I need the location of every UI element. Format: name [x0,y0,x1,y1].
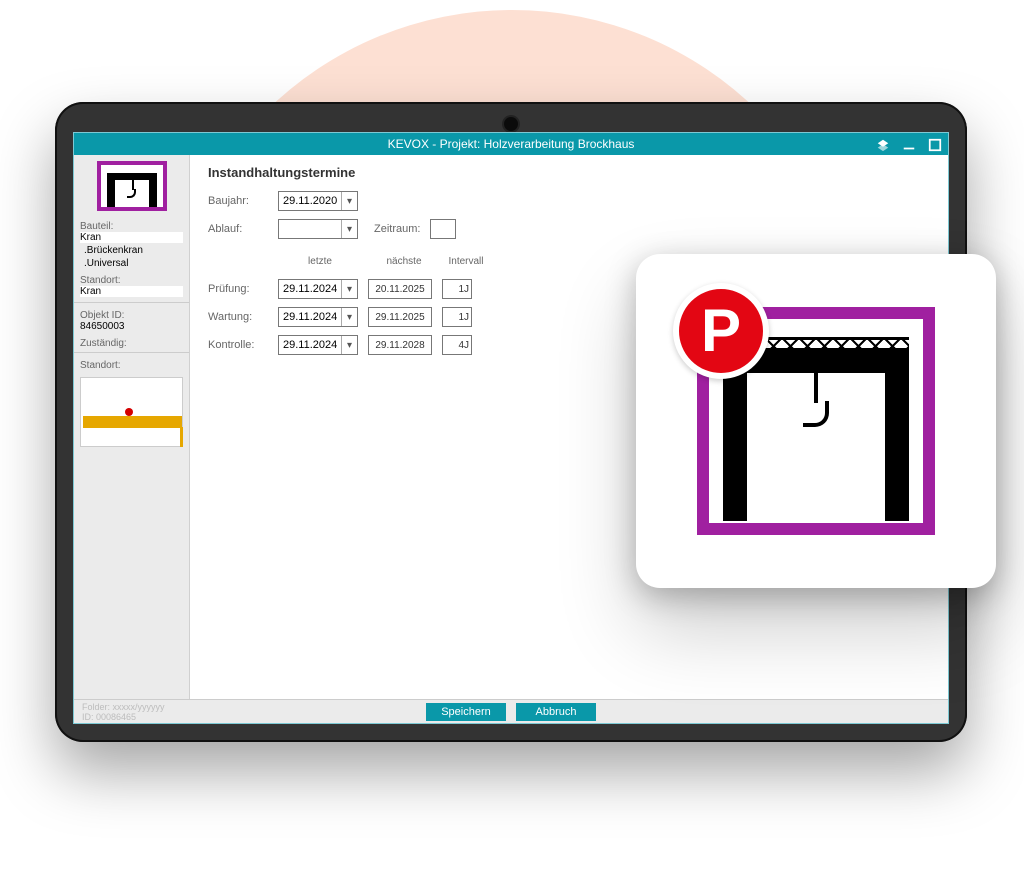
camera-icon [504,117,518,131]
calendar-icon[interactable]: ▾ [341,280,357,298]
object-thumbnail[interactable] [97,161,167,211]
zustaendig-label: Zuständig: [80,338,183,349]
wartung-intervall-field[interactable]: 1J [442,307,472,327]
titlebar: KEVOX - Projekt: Holzverarbeitung Brockh… [74,133,948,155]
ablauf-field[interactable]: ▾ [278,219,358,239]
page-title: Instandhaltungstermine [208,165,930,180]
maximize-icon[interactable] [928,137,942,151]
ablauf-input[interactable] [279,223,341,235]
minimize-icon[interactable] [902,137,916,151]
bauteil-value[interactable]: .Brückenkran [80,245,183,256]
baujahr-label: Baujahr: [208,195,268,207]
wartung-naechste-field[interactable]: 29.11.2025 [368,307,432,327]
zeitraum-field[interactable] [430,219,456,239]
calendar-icon[interactable]: ▾ [341,192,357,210]
wartung-label: Wartung: [208,311,268,323]
save-button[interactable]: Speichern [426,703,506,721]
pruefung-intervall-field[interactable]: 1J [442,279,472,299]
location-thumbnail[interactable] [80,377,183,447]
wartung-letzte-field[interactable]: ▾ [278,307,358,327]
bauteil-value[interactable]: Kran [80,232,183,243]
objekt-id-value: 84650003 [80,321,183,332]
col-letzte: letzte [278,256,362,267]
baujahr-input[interactable] [279,195,341,207]
calendar-icon[interactable]: ▾ [341,308,357,326]
kontrolle-label: Kontrolle: [208,339,268,351]
kontrolle-intervall-field[interactable]: 4J [442,335,472,355]
window-title: KEVOX - Projekt: Holzverarbeitung Brockh… [388,137,635,151]
cancel-button[interactable]: Abbruch [516,703,596,721]
crane-icon: P [697,307,935,535]
calendar-icon[interactable]: ▾ [341,220,357,238]
bauteil-label: Bauteil: [80,221,183,232]
pruefung-naechste-field[interactable]: 20.11.2025 [368,279,432,299]
col-intervall: Intervall [446,256,486,267]
p-badge: P [673,283,769,379]
pruefung-label: Prüfung: [208,283,268,295]
kontrolle-letzte-field[interactable]: ▾ [278,335,358,355]
ablauf-label: Ablauf: [208,223,268,235]
col-naechste: nächste [372,256,436,267]
objekt-id-label: Objekt ID: [80,310,183,321]
standort-label: Standort: [80,275,183,286]
standort-value[interactable]: Kran [80,286,183,297]
standort2-label: Standort: [80,360,183,371]
baujahr-field[interactable]: ▾ [278,191,358,211]
sidebar: Bauteil: Kran .Brückenkran .Universal St… [74,155,190,699]
zeitraum-label: Zeitraum: [374,223,420,235]
pruefung-letzte-field[interactable]: ▾ [278,279,358,299]
footer: Folder: xxxxx/yyyyyy ID: 00086465 Speich… [74,699,948,723]
bauteil-value[interactable]: .Universal [80,258,183,269]
overlay-card: P [636,254,996,588]
calendar-icon[interactable]: ▾ [341,336,357,354]
layers-icon[interactable] [876,137,890,151]
folder-info: Folder: xxxxx/yyyyyy [82,702,165,712]
id-info: ID: 00086465 [82,712,136,722]
kontrolle-naechste-field[interactable]: 29.11.2028 [368,335,432,355]
